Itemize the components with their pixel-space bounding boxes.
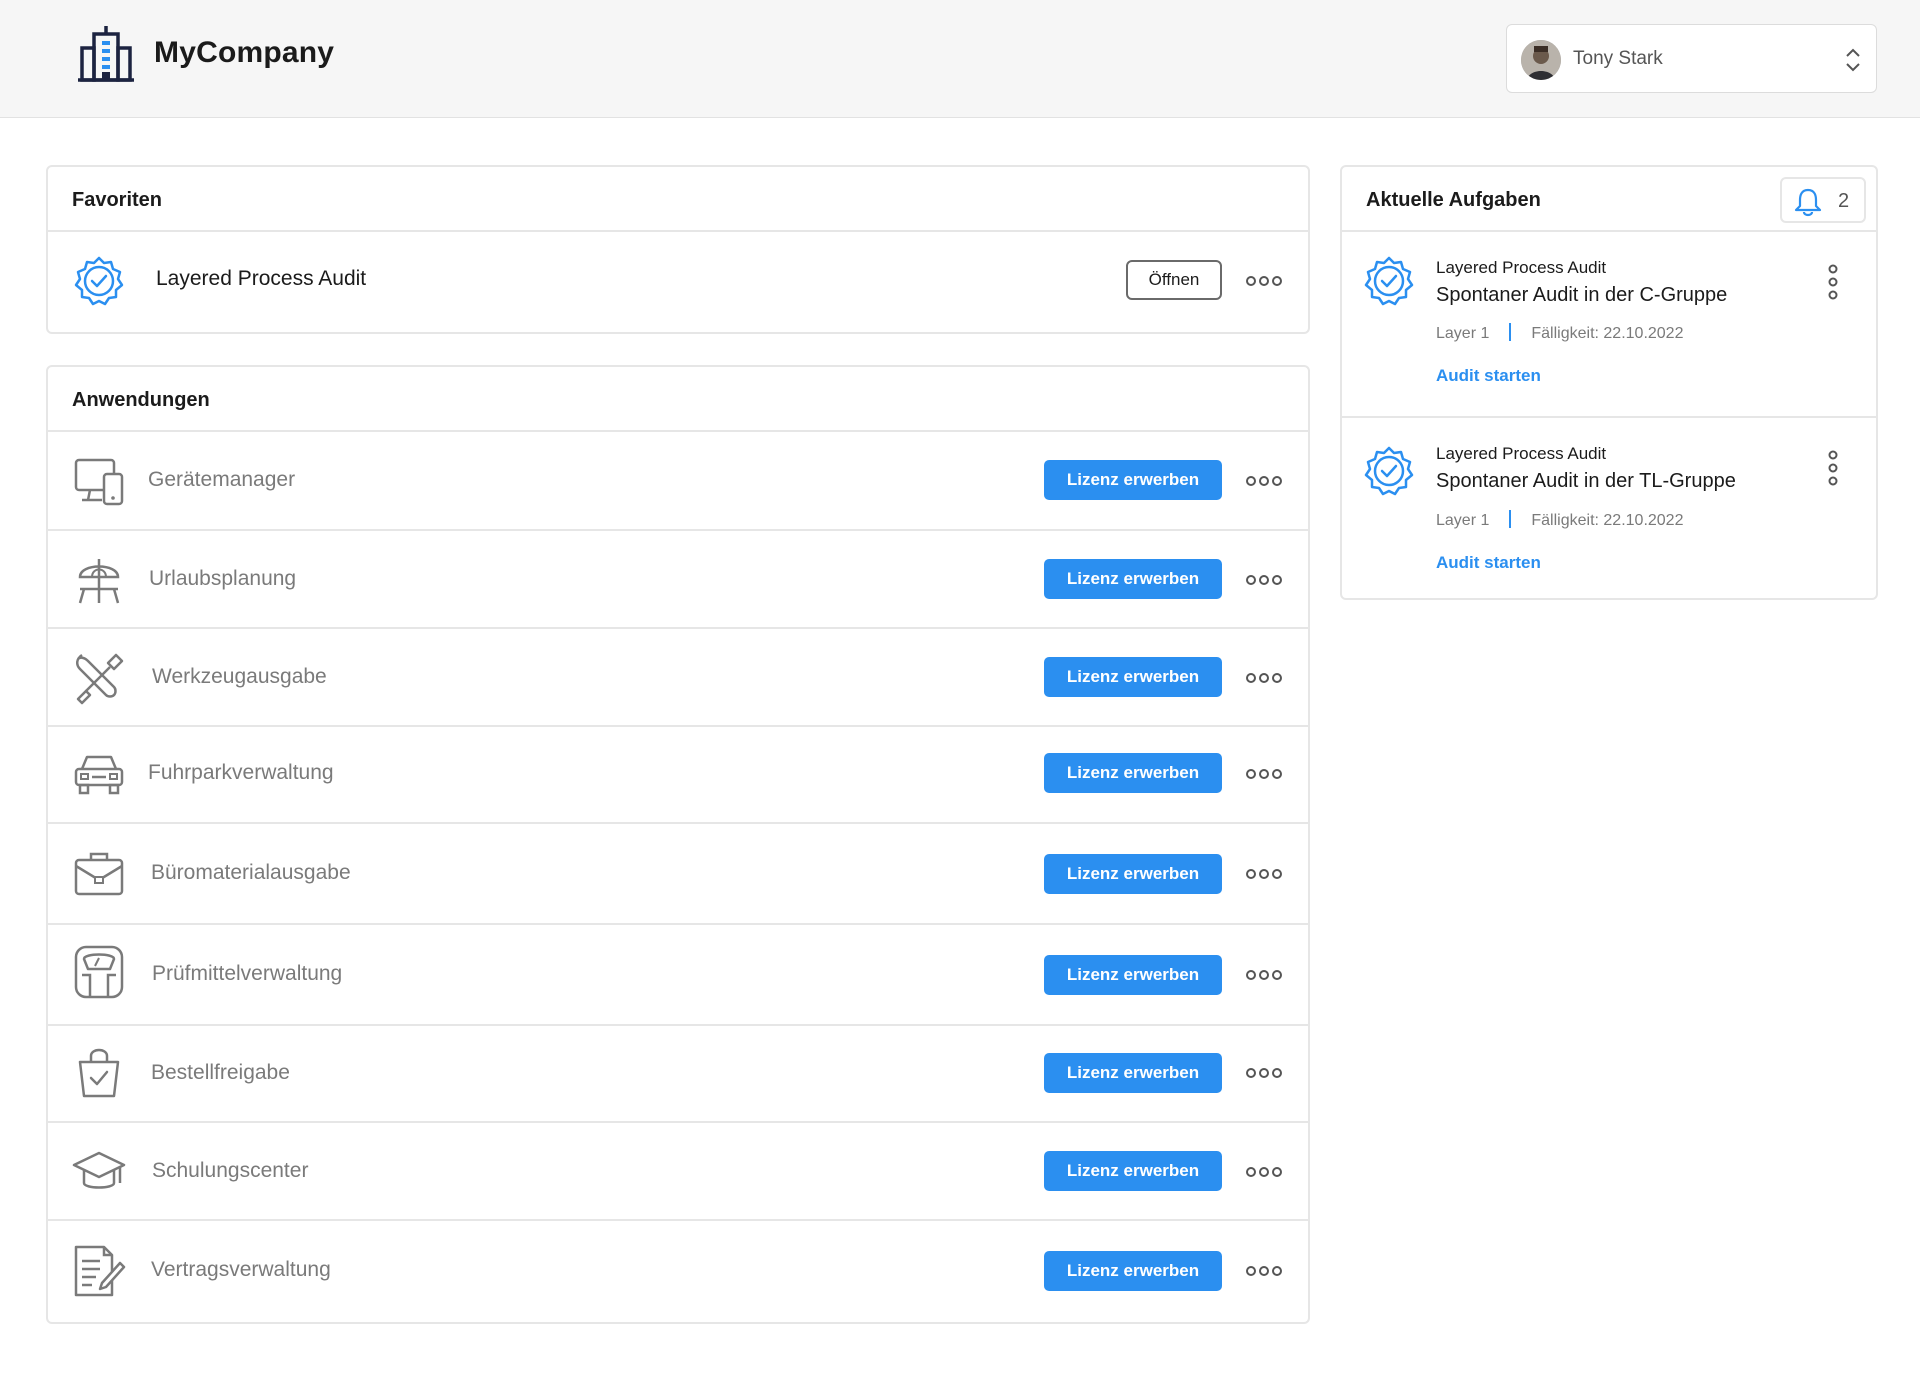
app-label: Schulungscenter	[152, 1159, 309, 1182]
more-options-icon[interactable]	[1246, 867, 1282, 881]
top-bar: MyCompany Tony Stark	[0, 0, 1920, 118]
task-item[interactable]: Layered Process Audit Spontaner Audit in…	[1342, 232, 1876, 416]
tools-icon	[76, 653, 124, 705]
avatar	[1521, 40, 1561, 80]
buy-license-button[interactable]: Lizenz erwerben	[1044, 1053, 1222, 1093]
app-label: Bestellfreigabe	[151, 1061, 290, 1084]
task-due-date: Fälligkeit: 22.10.2022	[1531, 512, 1684, 529]
app-label: Fuhrparkverwaltung	[148, 761, 334, 784]
notification-count: 2	[1838, 190, 1850, 212]
more-options-icon[interactable]	[1246, 671, 1282, 685]
user-name: Tony Stark	[1573, 48, 1663, 69]
more-options-vertical-icon[interactable]	[1826, 450, 1840, 486]
contract-icon	[74, 1245, 126, 1297]
start-audit-link[interactable]: Audit starten	[1436, 553, 1541, 573]
graduation-cap-icon	[72, 1151, 126, 1189]
brand-name: MyCompany	[154, 36, 335, 69]
shopping-bag-check-icon	[78, 1048, 120, 1098]
task-app-name: Layered Process Audit	[1436, 444, 1607, 463]
more-options-vertical-icon[interactable]	[1826, 264, 1840, 300]
applications-card: Anwendungen Gerätemanager Lizenz erwerbe…	[46, 365, 1310, 1324]
task-due-date: Fälligkeit: 22.10.2022	[1531, 325, 1684, 342]
company-building-logo-icon	[78, 26, 134, 82]
app-row-werkzeugausgabe[interactable]: Werkzeugausgabe Lizenz erwerben	[48, 629, 1308, 727]
tasks-card: Aktuelle Aufgaben 2 Layered Process Audi…	[1340, 165, 1878, 600]
buy-license-button[interactable]: Lizenz erwerben	[1044, 1251, 1222, 1291]
task-layer: Layer 1	[1436, 512, 1490, 529]
start-audit-link[interactable]: Audit starten	[1436, 366, 1541, 386]
app-row-pruefmittelverwaltung[interactable]: Prüfmittelverwaltung Lizenz erwerben	[48, 925, 1308, 1026]
app-row-bueromaterialausgabe[interactable]: Büromaterialausgabe Lizenz erwerben	[48, 824, 1308, 925]
task-meta: Layer 1 Fälligkeit: 22.10.2022	[1436, 323, 1683, 343]
app-label: Prüfmittelverwaltung	[152, 962, 343, 985]
briefcase-icon	[74, 852, 124, 896]
app-label: Vertragsverwaltung	[151, 1258, 331, 1281]
beach-umbrella-icon	[78, 559, 120, 604]
favorites-header: Favoriten	[48, 167, 1308, 232]
more-options-icon[interactable]	[1246, 767, 1282, 781]
favorites-title: Favoriten	[72, 189, 163, 211]
buy-license-button[interactable]: Lizenz erwerben	[1044, 460, 1222, 500]
buy-license-button[interactable]: Lizenz erwerben	[1044, 854, 1222, 894]
devices-icon	[74, 458, 124, 506]
more-options-icon[interactable]	[1246, 1066, 1282, 1080]
favorite-label: Layered Process Audit	[156, 267, 367, 290]
meta-separator	[1509, 510, 1512, 528]
task-title: Spontaner Audit in der TL-Gruppe	[1436, 470, 1736, 492]
car-icon	[74, 755, 124, 795]
tasks-title: Aktuelle Aufgaben	[1366, 189, 1541, 211]
open-button[interactable]: Öffnen	[1126, 260, 1222, 300]
more-options-icon[interactable]	[1246, 573, 1282, 587]
applications-title: Anwendungen	[72, 389, 210, 411]
buy-license-button[interactable]: Lizenz erwerben	[1044, 955, 1222, 995]
app-row-urlaubsplanung[interactable]: Urlaubsplanung Lizenz erwerben	[48, 531, 1308, 629]
app-label: Urlaubsplanung	[149, 567, 297, 590]
app-row-fuhrparkverwaltung[interactable]: Fuhrparkverwaltung Lizenz erwerben	[48, 727, 1308, 824]
favorite-row-layered-process-audit[interactable]: Layered Process Audit Öffnen	[48, 232, 1308, 332]
app-row-bestellfreigabe[interactable]: Bestellfreigabe Lizenz erwerben	[48, 1026, 1308, 1123]
app-label: Werkzeugausgabe	[152, 665, 327, 688]
app-row-schulungscenter[interactable]: Schulungscenter Lizenz erwerben	[48, 1123, 1308, 1221]
tasks-header: Aktuelle Aufgaben 2	[1342, 167, 1876, 232]
meta-separator	[1509, 323, 1512, 341]
chevron-updown-icon	[1846, 48, 1860, 72]
buy-license-button[interactable]: Lizenz erwerben	[1044, 1151, 1222, 1191]
more-options-icon[interactable]	[1246, 1264, 1282, 1278]
verified-badge-icon	[1364, 256, 1414, 306]
buy-license-button[interactable]: Lizenz erwerben	[1044, 559, 1222, 599]
buy-license-button[interactable]: Lizenz erwerben	[1044, 753, 1222, 793]
task-item[interactable]: Layered Process Audit Spontaner Audit in…	[1342, 416, 1876, 598]
favorites-card: Favoriten Layered Process Audit Öffnen	[46, 165, 1310, 334]
app-label: Gerätemanager	[148, 468, 296, 491]
app-row-geraetemanager[interactable]: Gerätemanager Lizenz erwerben	[48, 432, 1308, 531]
buy-license-button[interactable]: Lizenz erwerben	[1044, 657, 1222, 697]
task-app-name: Layered Process Audit	[1436, 258, 1607, 277]
app-label: Büromaterialausgabe	[151, 861, 351, 884]
more-options-icon[interactable]	[1246, 274, 1282, 288]
notifications-button[interactable]: 2	[1780, 177, 1866, 223]
verified-badge-icon	[1364, 446, 1414, 496]
task-layer: Layer 1	[1436, 325, 1490, 342]
task-meta: Layer 1 Fälligkeit: 22.10.2022	[1436, 510, 1683, 530]
app-row-vertragsverwaltung[interactable]: Vertragsverwaltung Lizenz erwerben	[48, 1221, 1308, 1322]
scale-icon	[74, 945, 124, 999]
applications-header: Anwendungen	[48, 367, 1308, 432]
more-options-icon[interactable]	[1246, 474, 1282, 488]
more-options-icon[interactable]	[1246, 1165, 1282, 1179]
user-switcher[interactable]: Tony Stark	[1506, 24, 1877, 93]
more-options-icon[interactable]	[1246, 968, 1282, 982]
verified-badge-icon	[74, 256, 124, 306]
task-title: Spontaner Audit in der C-Gruppe	[1436, 284, 1728, 306]
bell-icon	[1794, 188, 1822, 217]
